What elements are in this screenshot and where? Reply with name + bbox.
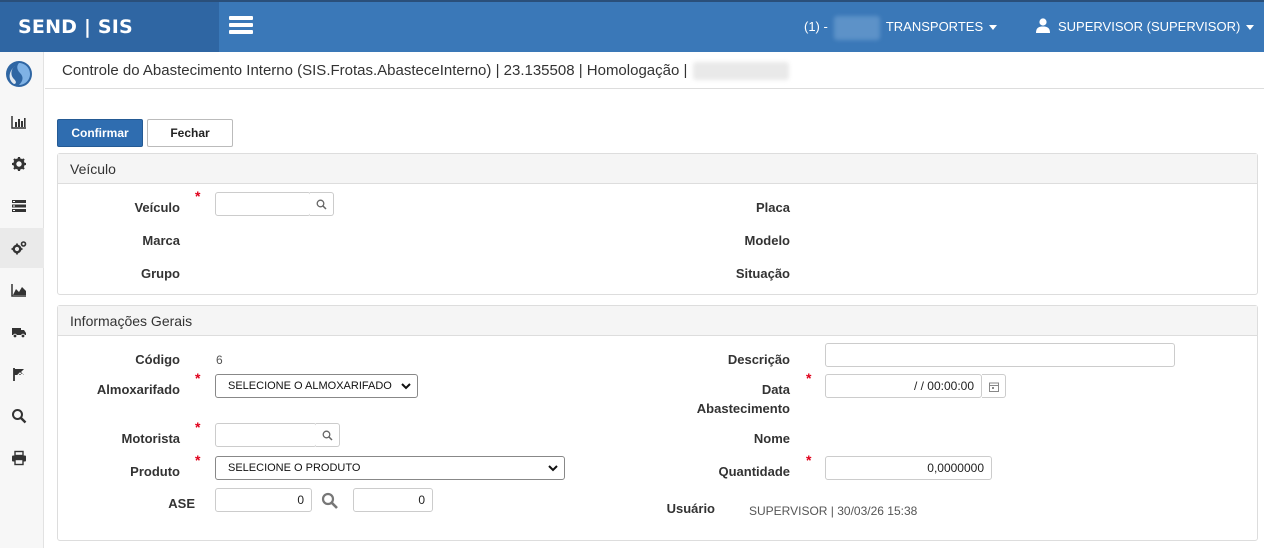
search-icon — [322, 430, 333, 441]
calendar-icon — [989, 382, 999, 392]
bar-chart-icon[interactable] — [11, 114, 27, 130]
chevron-down-icon — [548, 465, 558, 472]
company-redacted — [833, 15, 880, 40]
vehicle-search-button[interactable] — [310, 192, 334, 216]
truck-icon[interactable] — [11, 324, 27, 340]
print-icon[interactable] — [11, 450, 27, 466]
breadcrumb: Controle do Abastecimento Interno (SIS.F… — [45, 52, 1264, 89]
user-menu[interactable]: SUPERVISOR (SUPERVISOR) — [1036, 2, 1255, 52]
panel-title-vehicle: Veículo — [58, 154, 1257, 184]
user-icon — [1036, 18, 1050, 34]
quantity-input[interactable]: 0,0000000 — [825, 456, 992, 480]
menu-toggle-icon[interactable] — [229, 16, 253, 34]
description-input[interactable] — [825, 343, 1175, 367]
environment-redacted — [693, 62, 790, 81]
area-chart-icon[interactable] — [11, 282, 27, 298]
gears-icon[interactable] — [11, 240, 27, 256]
ase-label: ASE — [168, 496, 195, 511]
chevron-down-icon — [989, 25, 998, 31]
fueling-date-label-line1: Data — [761, 382, 790, 397]
code-label: Código — [135, 352, 180, 367]
description-label: Descrição — [727, 352, 790, 367]
product-label: Produto — [130, 464, 180, 479]
gear-icon[interactable] — [11, 156, 27, 172]
driver-search-button[interactable] — [316, 423, 340, 447]
fueling-date-input[interactable]: / / 00:00:00 — [825, 374, 982, 398]
search-icon[interactable] — [321, 492, 339, 510]
required-marker: * — [195, 188, 201, 204]
required-marker: * — [806, 452, 812, 468]
user-label: Usuário — [666, 501, 715, 516]
group-label: Grupo — [141, 266, 180, 281]
calendar-button[interactable] — [982, 374, 1006, 398]
fueling-date-label-line2: Abastecimento — [696, 401, 790, 416]
driver-input[interactable] — [215, 423, 317, 447]
user-name: SUPERVISOR (SUPERVISOR) — [1058, 19, 1241, 34]
top-bar: SEND | SIS (1) - TRANSPORTES SUPERVISOR (… — [0, 0, 1264, 52]
required-marker: * — [195, 419, 201, 435]
flag-icon[interactable] — [11, 366, 27, 382]
confirm-button[interactable]: Confirmar — [57, 119, 143, 147]
list-icon[interactable] — [11, 198, 27, 214]
vehicle-label: Veículo — [134, 200, 180, 215]
plate-label: Placa — [756, 200, 790, 215]
quantity-label: Quantidade — [718, 464, 790, 479]
driver-label: Motorista — [121, 431, 181, 446]
vehicle-input[interactable] — [215, 192, 311, 216]
page-title: Controle do Abastecimento Interno (SIS.F… — [62, 62, 688, 79]
required-marker: * — [195, 452, 201, 468]
model-label: Modelo — [744, 233, 791, 248]
user-value: SUPERVISOR | 30/03/26 15:38 — [749, 504, 918, 518]
required-marker: * — [806, 370, 812, 386]
required-marker: * — [195, 370, 201, 386]
warehouse-select[interactable]: SELECIONE O ALMOXARIFADO — [215, 374, 418, 398]
sidebar — [0, 52, 44, 548]
company-prefix: (1) - — [804, 19, 828, 34]
panel-title-general-info: Informações Gerais — [58, 306, 1257, 336]
brand-title[interactable]: SEND | SIS — [0, 2, 219, 52]
code-value: 6 — [216, 353, 223, 367]
warehouse-selected-value: SELECIONE O ALMOXARIFADO — [228, 380, 392, 392]
product-select[interactable]: SELECIONE O PRODUTO — [215, 456, 565, 480]
vehicle-panel: Veículo — [57, 153, 1258, 295]
company-selector[interactable]: (1) - TRANSPORTES — [804, 2, 998, 52]
chevron-down-icon — [1246, 25, 1255, 31]
name-label: Nome — [753, 431, 790, 446]
ase-input-1[interactable]: 0 — [215, 488, 312, 512]
close-button[interactable]: Fechar — [147, 119, 233, 147]
brand-label: Marca — [142, 233, 180, 248]
warehouse-label: Almoxarifado — [96, 382, 180, 397]
search-icon[interactable] — [11, 408, 27, 424]
ase-input-2[interactable]: 0 — [353, 488, 433, 512]
company-name: TRANSPORTES — [885, 19, 984, 34]
chevron-down-icon — [401, 383, 411, 390]
logo-icon[interactable] — [5, 60, 33, 88]
product-selected-value: SELECIONE O PRODUTO — [228, 462, 361, 474]
status-label: Situação — [735, 266, 790, 281]
search-icon — [316, 199, 327, 210]
